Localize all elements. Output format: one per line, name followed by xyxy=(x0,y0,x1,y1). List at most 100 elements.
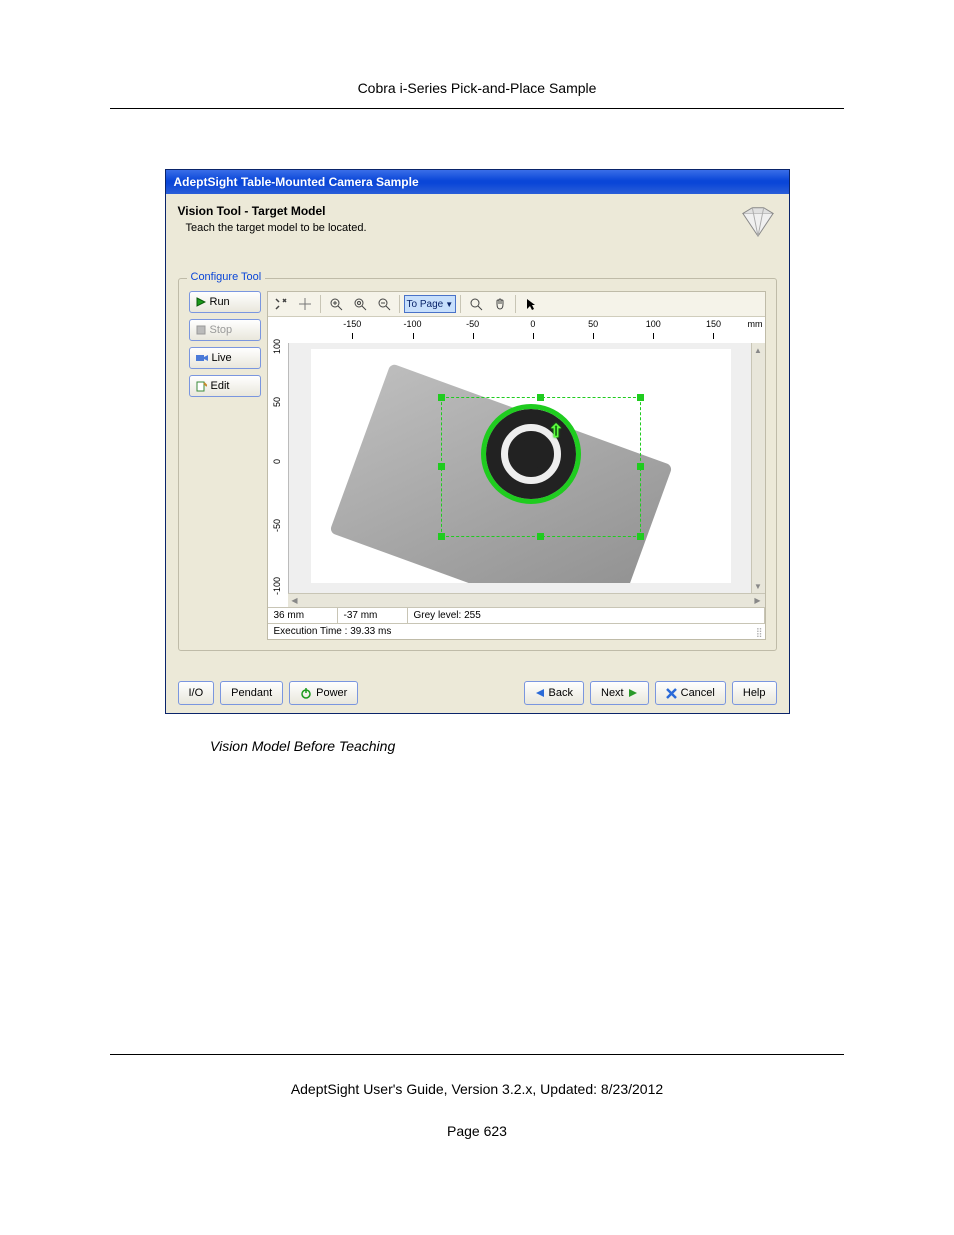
horizontal-ruler: -150 -100 -50 0 50 100 150 mm xyxy=(288,317,751,343)
resize-handle[interactable] xyxy=(637,394,644,401)
ruler-tick: -50 xyxy=(453,319,493,329)
zoom-in-icon[interactable] xyxy=(325,294,347,314)
zoom-out-icon[interactable] xyxy=(373,294,395,314)
toolbar-separator xyxy=(460,295,461,313)
ruler-tick: 0 xyxy=(272,459,282,477)
next-button[interactable]: Next xyxy=(590,681,649,705)
back-label: Back xyxy=(549,687,573,699)
resize-handle[interactable] xyxy=(537,394,544,401)
power-button[interactable]: Power xyxy=(289,681,358,705)
status-x: 36 mm xyxy=(268,608,338,623)
scroll-up-icon[interactable]: ▲ xyxy=(752,343,765,357)
resize-handle[interactable] xyxy=(637,463,644,470)
ruler-tick: 0 xyxy=(513,319,553,329)
edit-label: Edit xyxy=(211,380,230,392)
vertical-ruler: 100 50 0 -50 -100 xyxy=(268,343,288,593)
crosshair-icon[interactable] xyxy=(294,294,316,314)
ruler-tick: -100 xyxy=(272,577,282,595)
resize-handle[interactable] xyxy=(438,533,445,540)
stop-icon xyxy=(196,325,206,335)
edit-icon xyxy=(196,381,207,392)
pan-hand-icon[interactable] xyxy=(489,294,511,314)
scroll-right-icon[interactable]: ▶ xyxy=(751,594,765,607)
resize-grip-icon: ⣿ xyxy=(756,627,763,638)
ruler-unit: mm xyxy=(748,319,763,329)
toolbar-separator xyxy=(399,295,400,313)
diamond-logo-icon xyxy=(739,204,777,238)
edit-button[interactable]: Edit xyxy=(189,375,261,397)
viewer-canvas[interactable]: ⇧ xyxy=(288,343,751,593)
window-titlebar: AdeptSight Table-Mounted Camera Sample xyxy=(166,170,789,194)
play-icon xyxy=(196,297,206,307)
ruler-tick: -150 xyxy=(332,319,372,329)
pendant-button[interactable]: Pendant xyxy=(220,681,283,705)
ruler-tick: -100 xyxy=(393,319,433,329)
resize-handle[interactable] xyxy=(438,463,445,470)
tools-icon[interactable] xyxy=(270,294,292,314)
horizontal-scrollbar[interactable]: ◀ ▶ xyxy=(288,593,765,607)
zoom-mode-label: To Page xyxy=(407,299,444,310)
stop-label: Stop xyxy=(210,324,233,336)
toolbar-separator xyxy=(320,295,321,313)
stop-button: Stop xyxy=(189,319,261,341)
run-button[interactable]: Run xyxy=(189,291,261,313)
zoom-fit-icon[interactable] xyxy=(349,294,371,314)
power-label: Power xyxy=(316,687,347,699)
toolbar-separator xyxy=(515,295,516,313)
orientation-arrow-icon: ⇧ xyxy=(549,421,564,442)
pointer-icon[interactable] xyxy=(520,294,542,314)
close-icon xyxy=(666,688,677,699)
footer-line: AdeptSight User's Guide, Version 3.2.x, … xyxy=(110,1081,844,1097)
application-window: AdeptSight Table-Mounted Camera Sample V… xyxy=(165,169,790,714)
pendant-label: Pendant xyxy=(231,687,272,699)
arrow-left-icon xyxy=(535,688,545,698)
run-label: Run xyxy=(210,296,230,308)
arrow-right-icon xyxy=(628,688,638,698)
ruler-tick: -50 xyxy=(272,519,282,537)
zoom-mode-select[interactable]: To Page ▼ xyxy=(404,295,457,313)
status-bar-exec: Execution Time : 39.33 ms ⣿ xyxy=(268,623,765,639)
document-header: Cobra i-Series Pick-and-Place Sample xyxy=(110,80,844,96)
configure-tool-fieldset: Configure Tool Run Stop Liv xyxy=(178,278,777,651)
scroll-down-icon[interactable]: ▼ xyxy=(752,579,765,593)
selection-box[interactable] xyxy=(441,397,641,537)
camera-icon xyxy=(196,353,208,363)
chevron-down-icon: ▼ xyxy=(445,300,453,309)
page-number: Page 623 xyxy=(110,1123,844,1139)
io-label: I/O xyxy=(189,687,204,699)
figure-caption: Vision Model Before Teaching xyxy=(210,738,844,754)
tool-title: Vision Tool - Target Model xyxy=(178,204,367,218)
cancel-label: Cancel xyxy=(681,687,715,699)
resize-handle[interactable] xyxy=(537,533,544,540)
cancel-button[interactable]: Cancel xyxy=(655,681,726,705)
resize-handle[interactable] xyxy=(438,394,445,401)
status-grey-level: Grey level: 255 xyxy=(408,608,765,623)
scroll-left-icon[interactable]: ◀ xyxy=(288,594,302,607)
ruler-tick: 50 xyxy=(272,397,282,415)
help-button[interactable]: Help xyxy=(732,681,777,705)
live-button[interactable]: Live xyxy=(189,347,261,369)
back-button[interactable]: Back xyxy=(524,681,584,705)
zoom-tool-icon[interactable] xyxy=(465,294,487,314)
status-bar: 36 mm -37 mm Grey level: 255 xyxy=(268,607,765,623)
live-label: Live xyxy=(212,352,232,364)
ruler-tick: 150 xyxy=(693,319,733,329)
viewer-toolbar: To Page ▼ xyxy=(268,292,765,317)
tool-subtitle: Teach the target model to be located. xyxy=(186,222,367,234)
status-y: -37 mm xyxy=(338,608,408,623)
help-label: Help xyxy=(743,687,766,699)
next-label: Next xyxy=(601,687,624,699)
camera-image: ⇧ xyxy=(311,349,731,583)
resize-handle[interactable] xyxy=(637,533,644,540)
ruler-tick: 100 xyxy=(633,319,673,329)
fieldset-legend: Configure Tool xyxy=(187,271,266,283)
vertical-scrollbar[interactable]: ▲ ▼ xyxy=(751,343,765,593)
header-divider xyxy=(110,108,844,109)
footer-divider xyxy=(110,1054,844,1055)
ruler-tick: 50 xyxy=(573,319,613,329)
execution-time: Execution Time : 39.33 ms xyxy=(274,626,392,637)
image-viewer: To Page ▼ xyxy=(267,291,766,640)
power-icon xyxy=(300,687,312,699)
ruler-tick: 100 xyxy=(272,339,282,357)
io-button[interactable]: I/O xyxy=(178,681,215,705)
